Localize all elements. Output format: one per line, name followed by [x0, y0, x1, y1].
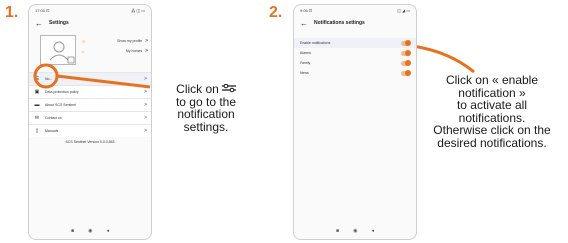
alarms-row: Alarms	[294, 48, 416, 58]
enable-notifications-toggle[interactable]	[401, 39, 411, 46]
notification-list: Enable notifications Alarms Family News	[294, 38, 416, 78]
instruction-caption-1: Click on to go to the notification setti…	[161, 83, 251, 133]
caption-line: Click on « enable	[445, 73, 539, 87]
pointer-line	[56, 74, 151, 89]
status-icons: ◫ ◢ ▭	[397, 8, 410, 13]
caption-line: Otherwise click on the	[433, 123, 551, 137]
android-nav-bar: ■ ◉ ◂	[294, 228, 416, 234]
step-number: 2.	[269, 4, 283, 21]
row-label: Enable notifications	[300, 41, 331, 45]
row-label: Alarms	[300, 51, 311, 55]
caption-line: settings.	[183, 119, 229, 134]
status-time: 9:05 ⊡	[300, 8, 313, 13]
alarms-toggle[interactable]	[401, 49, 411, 56]
row-label: Family	[300, 61, 311, 65]
instruction-caption-2: Click on « enable notification » to acti…	[422, 74, 562, 149]
status-bar: 9:05 ⊡ ◫ ◢ ▭	[294, 5, 416, 15]
caption-line: to activate all	[456, 98, 528, 112]
family-row: Family	[294, 58, 416, 68]
caption-line: Click on	[176, 82, 219, 96]
page-title: Notifications settings	[314, 20, 365, 26]
family-toggle[interactable]	[401, 59, 411, 66]
phone-screen-notifications: 9:05 ⊡ ◫ ◢ ▭ ← Notifications settings En…	[293, 4, 417, 240]
home-button-icon[interactable]: ◉	[353, 228, 357, 234]
enable-notifications-row: Enable notifications	[294, 38, 416, 48]
pointer-line	[412, 44, 475, 74]
back-nav-icon[interactable]: ◂	[371, 228, 374, 234]
recent-apps-icon[interactable]: ■	[336, 228, 339, 234]
notifications-header: ← Notifications settings	[294, 15, 416, 31]
back-arrow-icon[interactable]: ←	[300, 19, 308, 28]
news-toggle[interactable]	[401, 69, 411, 76]
row-label: News	[300, 71, 309, 75]
caption-line: notification	[177, 107, 235, 121]
news-row: News	[294, 68, 416, 78]
caption-line: desired notifications.	[437, 135, 547, 150]
settings-sliders-icon	[221, 84, 236, 93]
highlight-ring	[33, 63, 59, 89]
